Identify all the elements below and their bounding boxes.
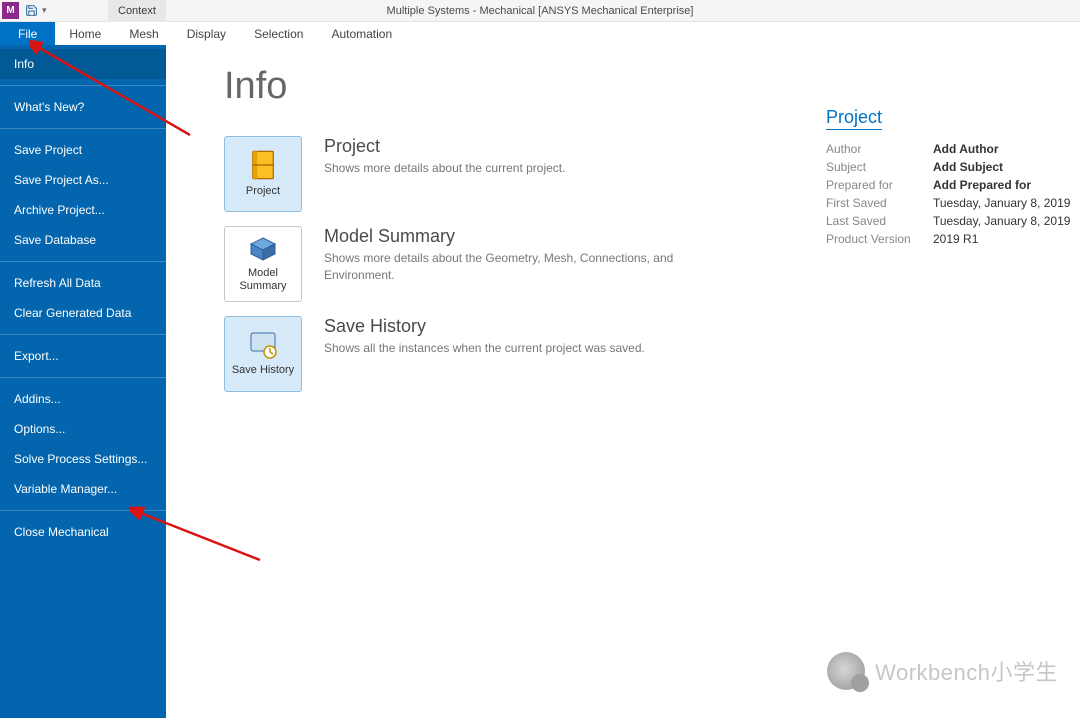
project-detail-row: First SavedTuesday, January 8, 2019	[826, 194, 1070, 212]
watermark-icon	[827, 652, 865, 690]
info-heading: Model Summary	[324, 226, 744, 247]
project-detail-row: Prepared forAdd Prepared for	[826, 176, 1070, 194]
info-row: Save History Save History Shows all the in…	[224, 316, 1048, 392]
separator	[0, 377, 166, 378]
separator	[0, 334, 166, 335]
file-menu-item[interactable]: Save Project As...	[0, 165, 166, 195]
info-heading: Save History	[324, 316, 645, 337]
project-details-panel: Project AuthorAdd AuthorSubjectAdd Subje…	[826, 107, 1070, 248]
project-detail-key: Product Version	[826, 232, 933, 246]
project-detail-value[interactable]: Add Author	[933, 142, 999, 156]
tile-label: Save History	[232, 364, 294, 377]
file-menu-item[interactable]: Options...	[0, 414, 166, 444]
app-icon: M	[2, 2, 19, 19]
context-tab-label: Context	[108, 0, 166, 22]
project-detail-value[interactable]: Add Prepared for	[933, 178, 1031, 192]
info-tile-model[interactable]: Model Summary	[224, 226, 302, 302]
project-detail-key: Prepared for	[826, 178, 933, 192]
file-menu-item[interactable]: Save Database	[0, 225, 166, 255]
project-detail-key: Subject	[826, 160, 933, 174]
separator	[0, 128, 166, 129]
separator	[0, 510, 166, 511]
qat-dropdown-icon[interactable]: ▾	[42, 5, 47, 16]
info-page: Info Project Project Shows more details ab…	[166, 45, 1080, 718]
info-heading: Project	[324, 136, 565, 157]
project-detail-row: Last SavedTuesday, January 8, 2019	[826, 212, 1070, 230]
file-menu-sidebar: Info What's New? Save ProjectSave Project …	[0, 45, 166, 718]
file-menu-item[interactable]: What's New?	[0, 92, 166, 122]
project-detail-key: Last Saved	[826, 214, 933, 228]
tile-label: Model Summary	[225, 267, 301, 293]
ribbon-tab-mesh[interactable]: Mesh	[115, 22, 172, 45]
watermark: Workbench小学生	[827, 652, 1058, 690]
project-details-heading: Project	[826, 107, 882, 130]
file-menu-item[interactable]: Export...	[0, 341, 166, 371]
info-tile-project[interactable]: Project	[224, 136, 302, 212]
file-menu-item[interactable]: Clear Generated Data	[0, 298, 166, 328]
project-detail-value: Tuesday, January 8, 2019	[933, 196, 1070, 210]
separator	[0, 85, 166, 86]
file-menu-item[interactable]: Addins...	[0, 384, 166, 414]
project-detail-key: First Saved	[826, 196, 933, 210]
info-tile-history[interactable]: Save History	[224, 316, 302, 392]
ribbon-tab-home[interactable]: Home	[55, 22, 115, 45]
project-detail-row: AuthorAdd Author	[826, 140, 1070, 158]
file-menu-item[interactable]: Close Mechanical	[0, 517, 166, 547]
page-title: Info	[224, 65, 1048, 108]
project-detail-key: Author	[826, 142, 933, 156]
project-detail-row: Product Version2019 R1	[826, 230, 1070, 248]
watermark-text: Workbench小学生	[875, 655, 1058, 687]
project-detail-row: SubjectAdd Subject	[826, 158, 1070, 176]
info-description: Shows more details about the Geometry, M…	[324, 250, 744, 284]
file-menu-item[interactable]: Info	[0, 49, 166, 79]
separator	[0, 261, 166, 262]
ribbon-tab-display[interactable]: Display	[173, 22, 240, 45]
info-text: Model Summary Shows more details about th…	[324, 226, 744, 284]
save-icon[interactable]	[23, 3, 39, 19]
file-menu-item[interactable]: Save Project	[0, 135, 166, 165]
file-menu-item[interactable]: Solve Process Settings...	[0, 444, 166, 474]
info-description: Shows all the instances when the current…	[324, 340, 645, 357]
file-menu-item[interactable]: Variable Manager...	[0, 474, 166, 504]
project-detail-value: 2019 R1	[933, 232, 978, 246]
project-detail-value: Tuesday, January 8, 2019	[933, 214, 1070, 228]
info-text: Save History Shows all the instances when…	[324, 316, 645, 357]
ribbon-tab-selection[interactable]: Selection	[240, 22, 317, 45]
info-text: Project Shows more details about the curr…	[324, 136, 565, 177]
ribbon-tab-automation[interactable]: Automation	[317, 22, 406, 45]
project-detail-value[interactable]: Add Subject	[933, 160, 1003, 174]
info-description: Shows more details about the current pro…	[324, 160, 565, 177]
tile-label: Project	[246, 185, 280, 198]
file-menu-item[interactable]: Refresh All Data	[0, 268, 166, 298]
file-menu-item[interactable]: Archive Project...	[0, 195, 166, 225]
ribbon-tabs: FileHomeMeshDisplaySelectionAutomation	[0, 22, 1080, 45]
ribbon-tab-file[interactable]: File	[0, 22, 55, 45]
